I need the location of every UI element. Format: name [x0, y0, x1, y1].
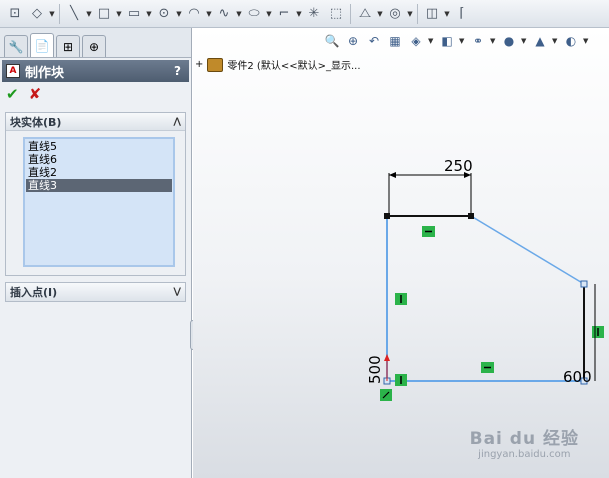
mirror-icon[interactable]: ⧍ — [354, 3, 376, 25]
page-title: 制作块 — [25, 65, 65, 81]
configuration-manager-tab[interactable]: ⊞ — [56, 35, 80, 57]
make-block-icon: A — [6, 64, 20, 78]
chevron-down-icon[interactable]: ▼ — [85, 10, 93, 18]
insertion-point-group: 插入点(I) ⋁ — [5, 282, 186, 302]
ellipse-icon[interactable]: ⬭ — [243, 3, 265, 25]
property-manager-tab[interactable]: 📄 — [30, 33, 54, 57]
line-icon[interactable]: ╲ — [63, 3, 85, 25]
property-manager-header: A 制作块 ? — [2, 60, 189, 82]
chevron-down-icon[interactable]: ▼ — [295, 10, 303, 18]
chevron-down-icon[interactable]: ▼ — [235, 10, 243, 18]
property-manager-panel: 🔧 📄 ⊞ ⊕ A 制作块 ? ✔ ✘ 块实体(B) ⋀ 直线5 直线6 直线2… — [0, 28, 192, 478]
endpoint[interactable] — [468, 213, 474, 219]
slot-icon[interactable]: ▭ — [123, 3, 145, 25]
dimension-right[interactable]: 600 — [563, 368, 592, 386]
help-button[interactable]: ? — [174, 64, 181, 78]
cancel-button[interactable]: ✘ — [29, 85, 42, 103]
watermark-logo: Bai du 经验 — [469, 429, 579, 449]
list-item[interactable]: 直线6 — [26, 153, 172, 166]
insertion-point-header[interactable]: 插入点(I) ⋁ — [6, 283, 185, 301]
group-label: 块实体(B) — [10, 115, 62, 129]
list-item[interactable]: 直线2 — [26, 166, 172, 179]
smart-dimension-icon[interactable]: ⊡ — [4, 3, 26, 25]
construction-geometry-icon[interactable]: ⬚ — [325, 3, 347, 25]
trim-icon[interactable]: ⌈ — [451, 3, 473, 25]
sketch-geometry: 250 500 600 — [366, 157, 604, 401]
list-item-selected[interactable]: 直线3 — [26, 179, 172, 192]
endpoint[interactable] — [384, 213, 390, 219]
arrowhead — [389, 172, 396, 178]
divider — [350, 3, 351, 24]
point-icon[interactable]: ✳ — [303, 3, 325, 25]
group-label: 插入点(I) — [10, 286, 58, 299]
fillet-icon[interactable]: ⌐ — [273, 3, 295, 25]
divider — [417, 3, 418, 24]
circle-icon[interactable]: ⊙ — [153, 3, 175, 25]
sketch-icon[interactable]: ◇ — [26, 3, 48, 25]
chevron-down-icon[interactable]: ⋁ — [173, 287, 181, 297]
block-entities-header[interactable]: 块实体(B) ⋀ — [6, 113, 185, 131]
chevron-down-icon[interactable]: ▼ — [115, 10, 123, 18]
chevron-down-icon[interactable]: ▼ — [145, 10, 153, 18]
action-bar: ✔ ✘ — [0, 82, 191, 106]
origin-arrow — [384, 354, 390, 361]
feature-manager-tab[interactable]: 🔧 — [4, 35, 28, 57]
chevron-down-icon[interactable]: ▼ — [48, 10, 56, 18]
convert-entities-icon[interactable]: ◫ — [421, 3, 443, 25]
watermark-url: jingyan.baidu.com — [478, 449, 571, 460]
chevron-down-icon[interactable]: ▼ — [265, 10, 273, 18]
list-item[interactable]: 直线5 — [26, 140, 172, 153]
dimension-top[interactable]: 250 — [444, 157, 473, 175]
dimxpert-manager-tab[interactable]: ⊕ — [82, 35, 106, 57]
sketch-toolbar: ⊡ ◇ ▼ ╲ ▼ □ ▼ ▭ ▼ ⊙ ▼ ◠ ▼ ∿ ▼ ⬭ ▼ ⌐ ▼ ✳ … — [0, 0, 609, 28]
ok-button[interactable]: ✔ — [6, 85, 19, 103]
chevron-down-icon[interactable]: ▼ — [406, 10, 414, 18]
block-entities-group: 块实体(B) ⋀ 直线5 直线6 直线2 直线3 — [5, 112, 186, 276]
chevron-down-icon[interactable]: ▼ — [443, 10, 451, 18]
chevron-down-icon[interactable]: ▼ — [175, 10, 183, 18]
dimension-left[interactable]: 500 — [366, 355, 384, 384]
line-diagonal[interactable] — [470, 215, 585, 285]
chevron-down-icon[interactable]: ▼ — [205, 10, 213, 18]
block-entities-list[interactable]: 直线5 直线6 直线2 直线3 — [23, 137, 175, 267]
rectangle-icon[interactable]: □ — [93, 3, 115, 25]
chevron-up-icon[interactable]: ⋀ — [173, 117, 181, 127]
chevron-down-icon[interactable]: ▼ — [376, 10, 384, 18]
graphics-area[interactable]: 🔍 ⊕ ↶ ▦ ◈ ▼ ◧ ▼ ⚭ ▼ ● ▼ ▲ ▼ ◐ ▼ + 零件2 (默… — [193, 28, 609, 478]
offset-icon[interactable]: ◎ — [384, 3, 406, 25]
manager-tabs: 🔧 📄 ⊞ ⊕ — [0, 28, 191, 58]
endpoint[interactable] — [580, 280, 588, 288]
spline-icon[interactable]: ∿ — [213, 3, 235, 25]
arc-icon[interactable]: ◠ — [183, 3, 205, 25]
watermark: Bai du 经验 jingyan.baidu.com — [470, 424, 579, 460]
divider — [59, 3, 60, 24]
